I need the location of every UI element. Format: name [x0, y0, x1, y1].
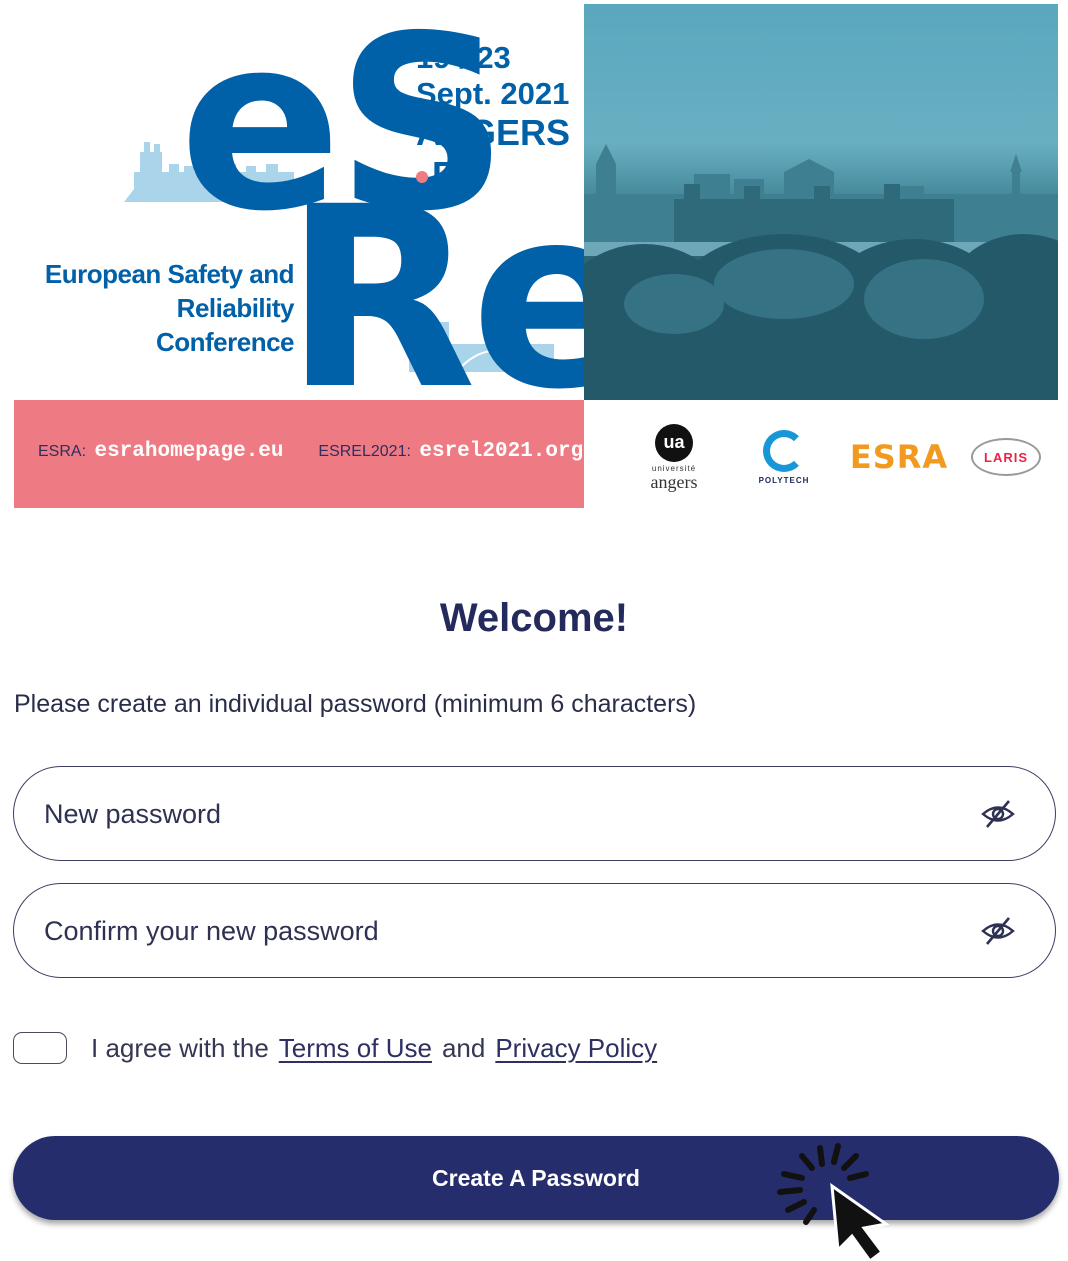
- event-dates: 19 / 23 Sept. 2021 ANGERS FR: [416, 40, 570, 195]
- laris-logo-text: LARIS: [971, 438, 1041, 476]
- agree-prefix-text: I agree with the: [91, 1032, 269, 1063]
- polytech-text: POLYTECH: [758, 475, 810, 485]
- terms-agreement: I agree with the Terms of Use and Privac…: [13, 1030, 663, 1066]
- esrel-homepage-link[interactable]: esrel2021.org: [419, 440, 583, 463]
- esrel-label: ESREL2021:: [318, 443, 411, 460]
- and-text: and: [441, 1032, 486, 1063]
- logo-rel-text: Rel: [284, 153, 584, 401]
- confirm-password-input[interactable]: [42, 884, 946, 978]
- page-title: Welcome!: [439, 596, 629, 640]
- polytech-ring-icon: [763, 429, 805, 472]
- conference-name-line2: Reliability Conference: [155, 292, 295, 357]
- esrel-logo: eS Rel 19 / 23 Sept. 2021 ANGERS FR Euro…: [14, 4, 584, 400]
- esra-logo-text: ESRA: [849, 438, 949, 476]
- angers-text: angers: [650, 471, 698, 492]
- eye-slash-icon[interactable]: [981, 799, 1015, 829]
- conference-name: European Safety and Reliability Conferen…: [36, 258, 295, 359]
- eye-slash-icon[interactable]: [981, 916, 1015, 946]
- new-password-input[interactable]: [42, 767, 946, 861]
- new-password-field: [13, 766, 1056, 861]
- esra-label: ESRA:: [38, 443, 87, 460]
- partner-logos: ua université angers POLYTECH ESRA LARIS: [584, 400, 1058, 508]
- universite-angers-logo: ua université angers: [639, 422, 709, 492]
- links-bar: ESRA: esrahomepage.eu ESREL2021: esrel20…: [14, 400, 584, 508]
- esra-logo: ESRA: [849, 422, 949, 492]
- date-range: 19 / 23: [416, 40, 511, 75]
- links-row: ESRA: esrahomepage.eu ESREL2021: esrel20…: [38, 440, 583, 463]
- esra-homepage-link[interactable]: esrahomepage.eu: [94, 440, 283, 463]
- city-photo-illustration: [584, 144, 1058, 400]
- agree-checkbox[interactable]: [13, 1032, 67, 1064]
- angers-city-photo: [584, 4, 1058, 400]
- conference-banner: eS Rel 19 / 23 Sept. 2021 ANGERS FR Euro…: [0, 0, 1068, 512]
- conference-name-line1: European Safety and: [44, 259, 295, 289]
- date-month-year: Sept. 2021: [416, 75, 570, 111]
- event-city: ANGERS: [416, 111, 571, 153]
- polytech-logo: POLYTECH: [749, 422, 819, 492]
- privacy-policy-link[interactable]: Privacy Policy: [495, 1033, 657, 1064]
- event-country: FR: [416, 154, 570, 196]
- ua-mark: ua: [655, 423, 693, 462]
- terms-of-use-link[interactable]: Terms of Use: [279, 1033, 432, 1064]
- click-cursor-icon: [777, 1143, 890, 1261]
- confirm-password-field: [13, 883, 1056, 978]
- country-code: FR: [432, 153, 480, 195]
- dot-icon: [416, 171, 428, 184]
- password-instructions: Please create an individual password (mi…: [14, 690, 697, 718]
- laris-logo: LARIS: [969, 422, 1043, 492]
